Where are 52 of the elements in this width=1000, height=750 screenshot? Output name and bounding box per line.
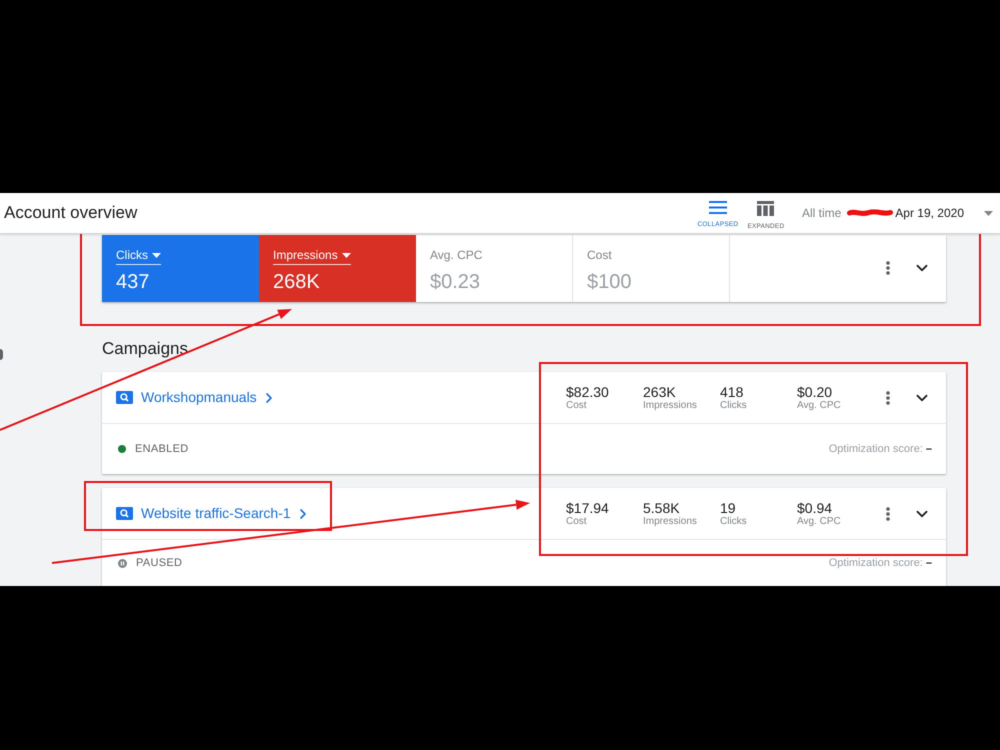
columns-icon <box>757 201 774 216</box>
stat-value: $82.30 <box>566 384 609 400</box>
metric-tile[interactable]: Clicks 437 <box>102 235 259 302</box>
optimization-score-label: Optimization score: <box>828 442 923 457</box>
stat-label: Cost <box>566 400 587 412</box>
stat-value: 5.58K <box>643 500 680 516</box>
pause-icon <box>118 558 127 568</box>
status-label: PAUSED <box>136 556 182 571</box>
dropdown-caret-icon <box>152 252 161 258</box>
section-heading: Campaigns <box>102 338 188 360</box>
search-icon <box>116 391 133 404</box>
stat-value: 263K <box>643 384 676 400</box>
more-vertical-icon <box>886 390 890 404</box>
metric-dropdown[interactable]: Clicks <box>116 247 161 265</box>
more-vertical-icon <box>886 506 890 520</box>
campaign-link[interactable]: Website traffic-Search-1 <box>141 503 311 524</box>
metric-tile[interactable]: Impressions 268K <box>259 235 416 302</box>
stat-label: Clicks <box>720 516 747 528</box>
metric-value: 268K <box>273 270 320 294</box>
metric-value: 437 <box>116 270 150 294</box>
panel-handle-icon <box>0 349 3 360</box>
stat-label: Impressions <box>643 400 697 412</box>
metric-value: $100 <box>587 270 632 294</box>
stat-label: Impressions <box>643 516 697 528</box>
more-vertical-icon <box>886 260 890 274</box>
optimization-score-value: – <box>926 442 932 457</box>
search-icon <box>116 507 133 520</box>
optimization-score-value: – <box>926 556 932 571</box>
stat-label: Avg. CPC <box>797 400 841 412</box>
stat-label: Cost <box>566 516 587 528</box>
date-range-preset: All time <box>802 205 842 222</box>
date-range-end: Apr 19, 2020 <box>895 205 964 222</box>
page-title: Account overview <box>3 202 138 224</box>
stat-value: $0.20 <box>797 384 832 400</box>
menu-icon <box>708 201 727 214</box>
campaign-link[interactable]: Workshopmanuals <box>141 387 277 408</box>
stat-value: 19 <box>720 500 736 516</box>
metric-tile[interactable]: Cost $100 <box>573 235 730 302</box>
metric-label: Avg. CPC <box>430 247 482 264</box>
stat-value: $17.94 <box>566 500 609 516</box>
dropdown-caret-icon <box>984 210 992 216</box>
stat-label: Clicks <box>720 400 747 412</box>
optimization-score-label: Optimization score: <box>828 556 923 571</box>
stat-label: Avg. CPC <box>797 516 841 528</box>
stat-value: 418 <box>720 384 744 400</box>
metric-tile[interactable]: Avg. CPC $0.23 <box>416 235 573 302</box>
stat-value: $0.94 <box>797 500 832 516</box>
metric-value: $0.23 <box>430 270 480 294</box>
dropdown-caret-icon <box>342 252 351 258</box>
metric-label: Cost <box>587 247 612 264</box>
metric-dropdown[interactable]: Impressions <box>273 247 351 265</box>
status-label: ENABLED <box>135 442 188 457</box>
